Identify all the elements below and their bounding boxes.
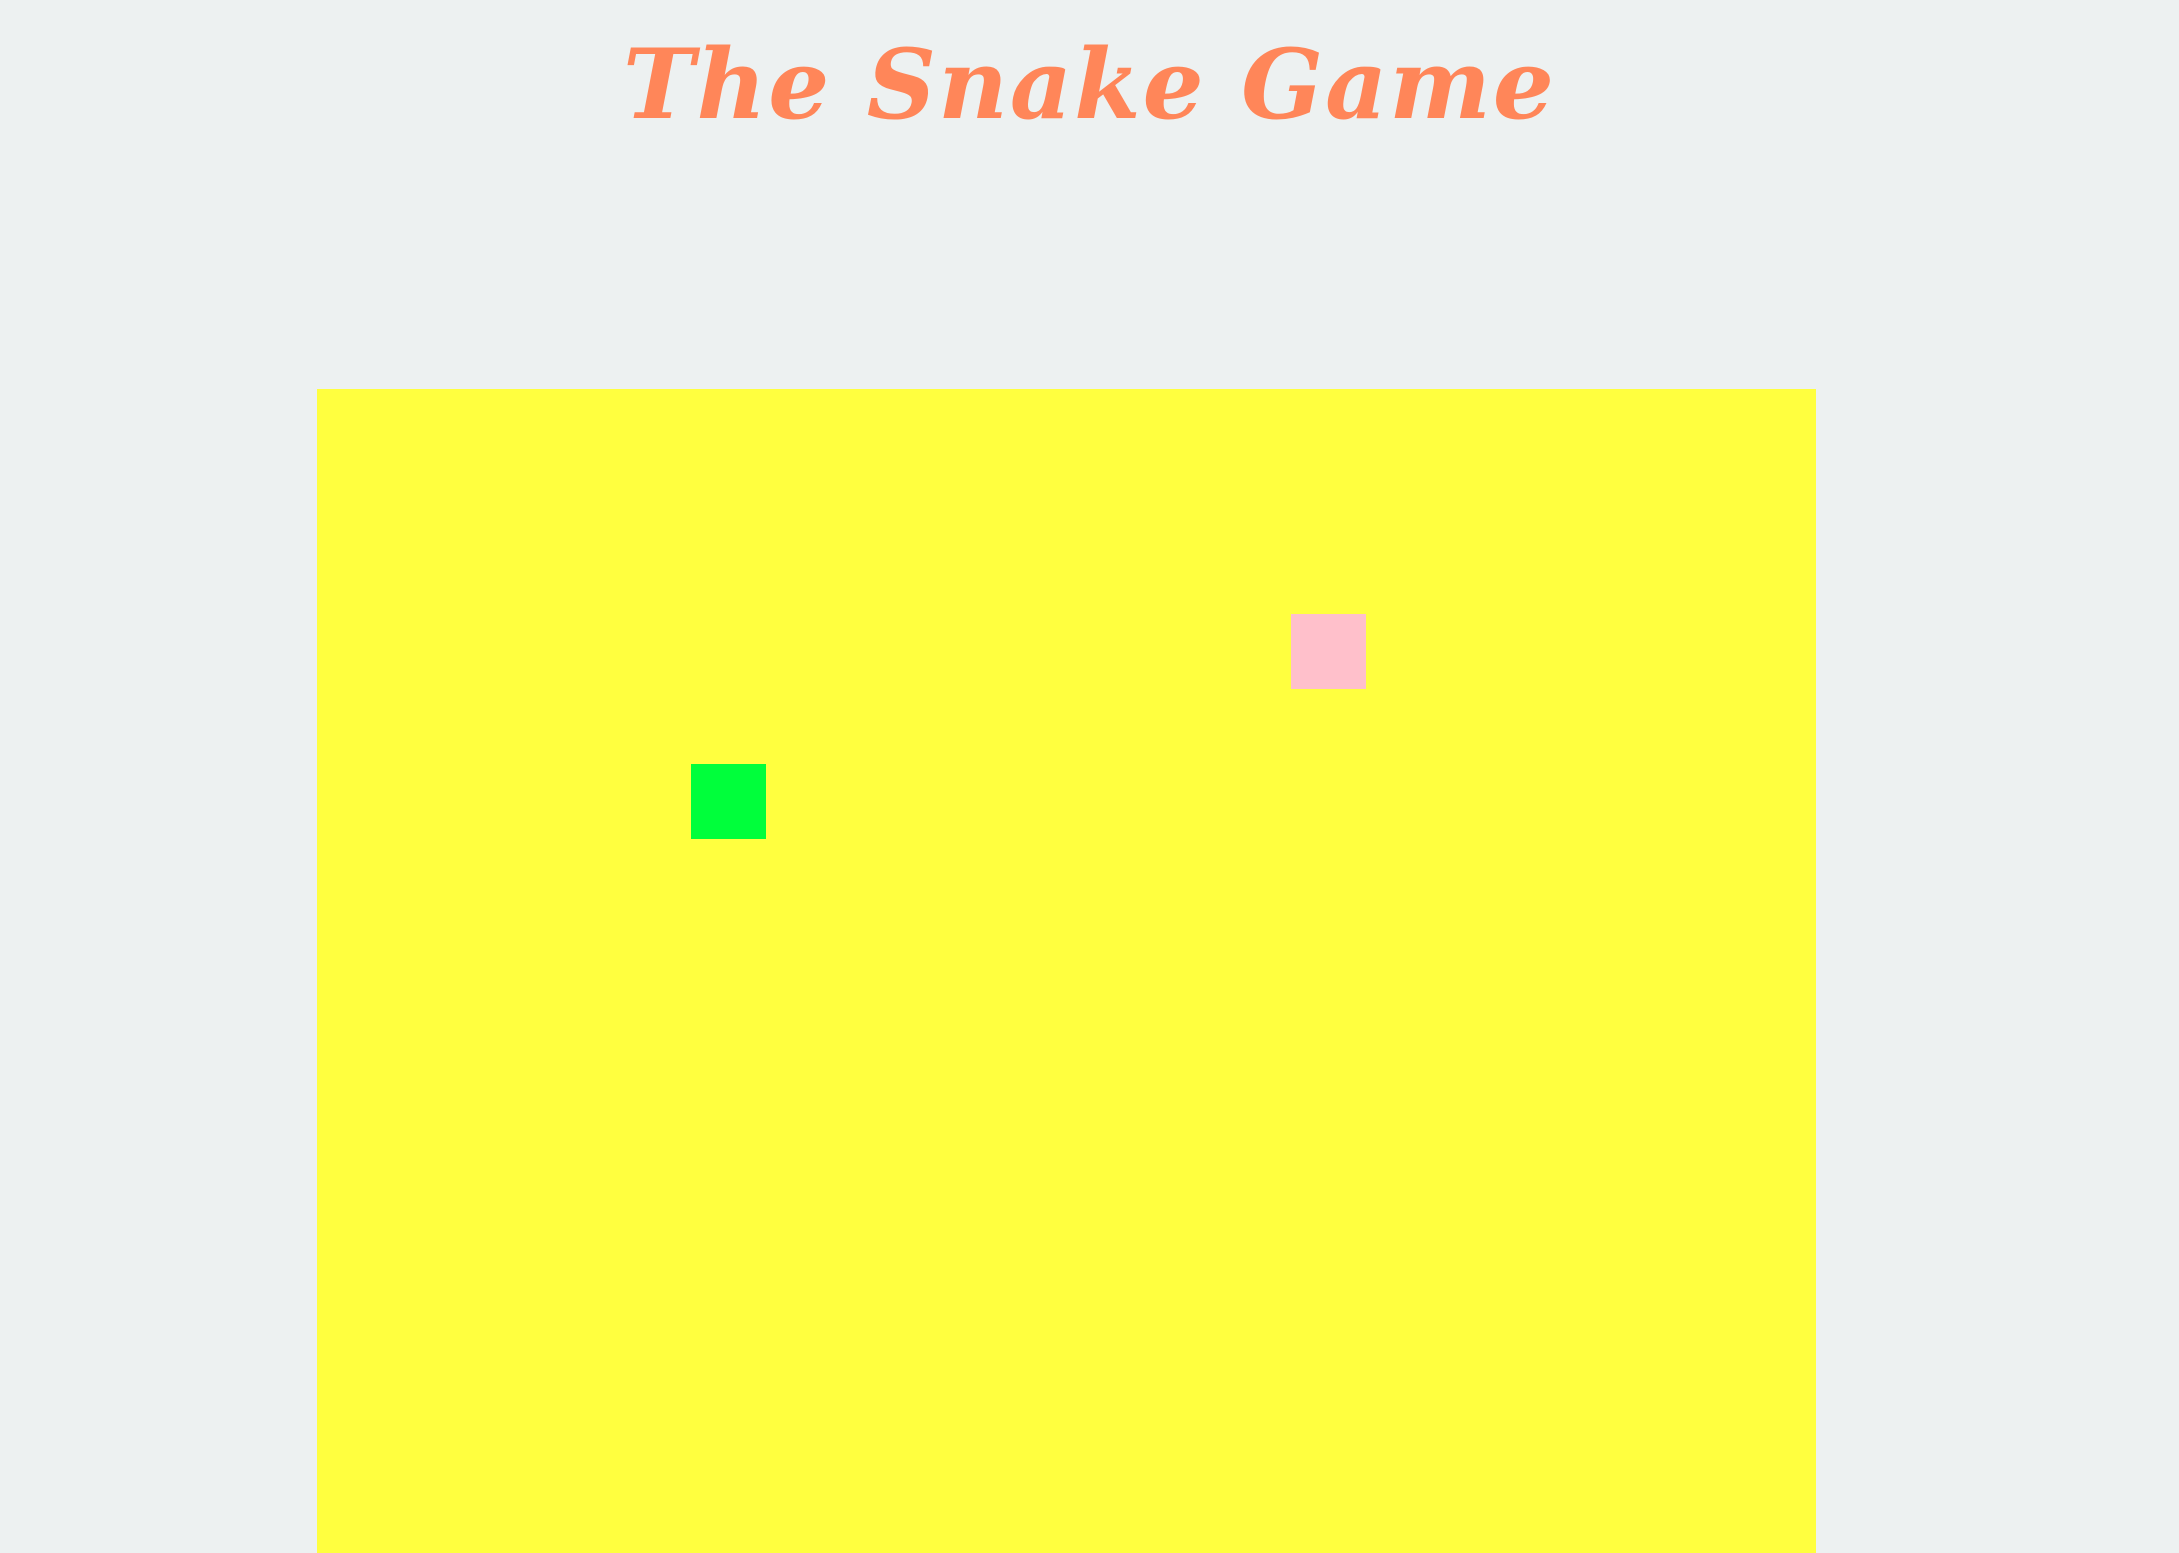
snake-head <box>691 764 766 839</box>
food-item <box>1291 614 1366 689</box>
page-title: The Snake Game <box>623 28 1556 141</box>
game-board[interactable] <box>317 389 1816 1553</box>
